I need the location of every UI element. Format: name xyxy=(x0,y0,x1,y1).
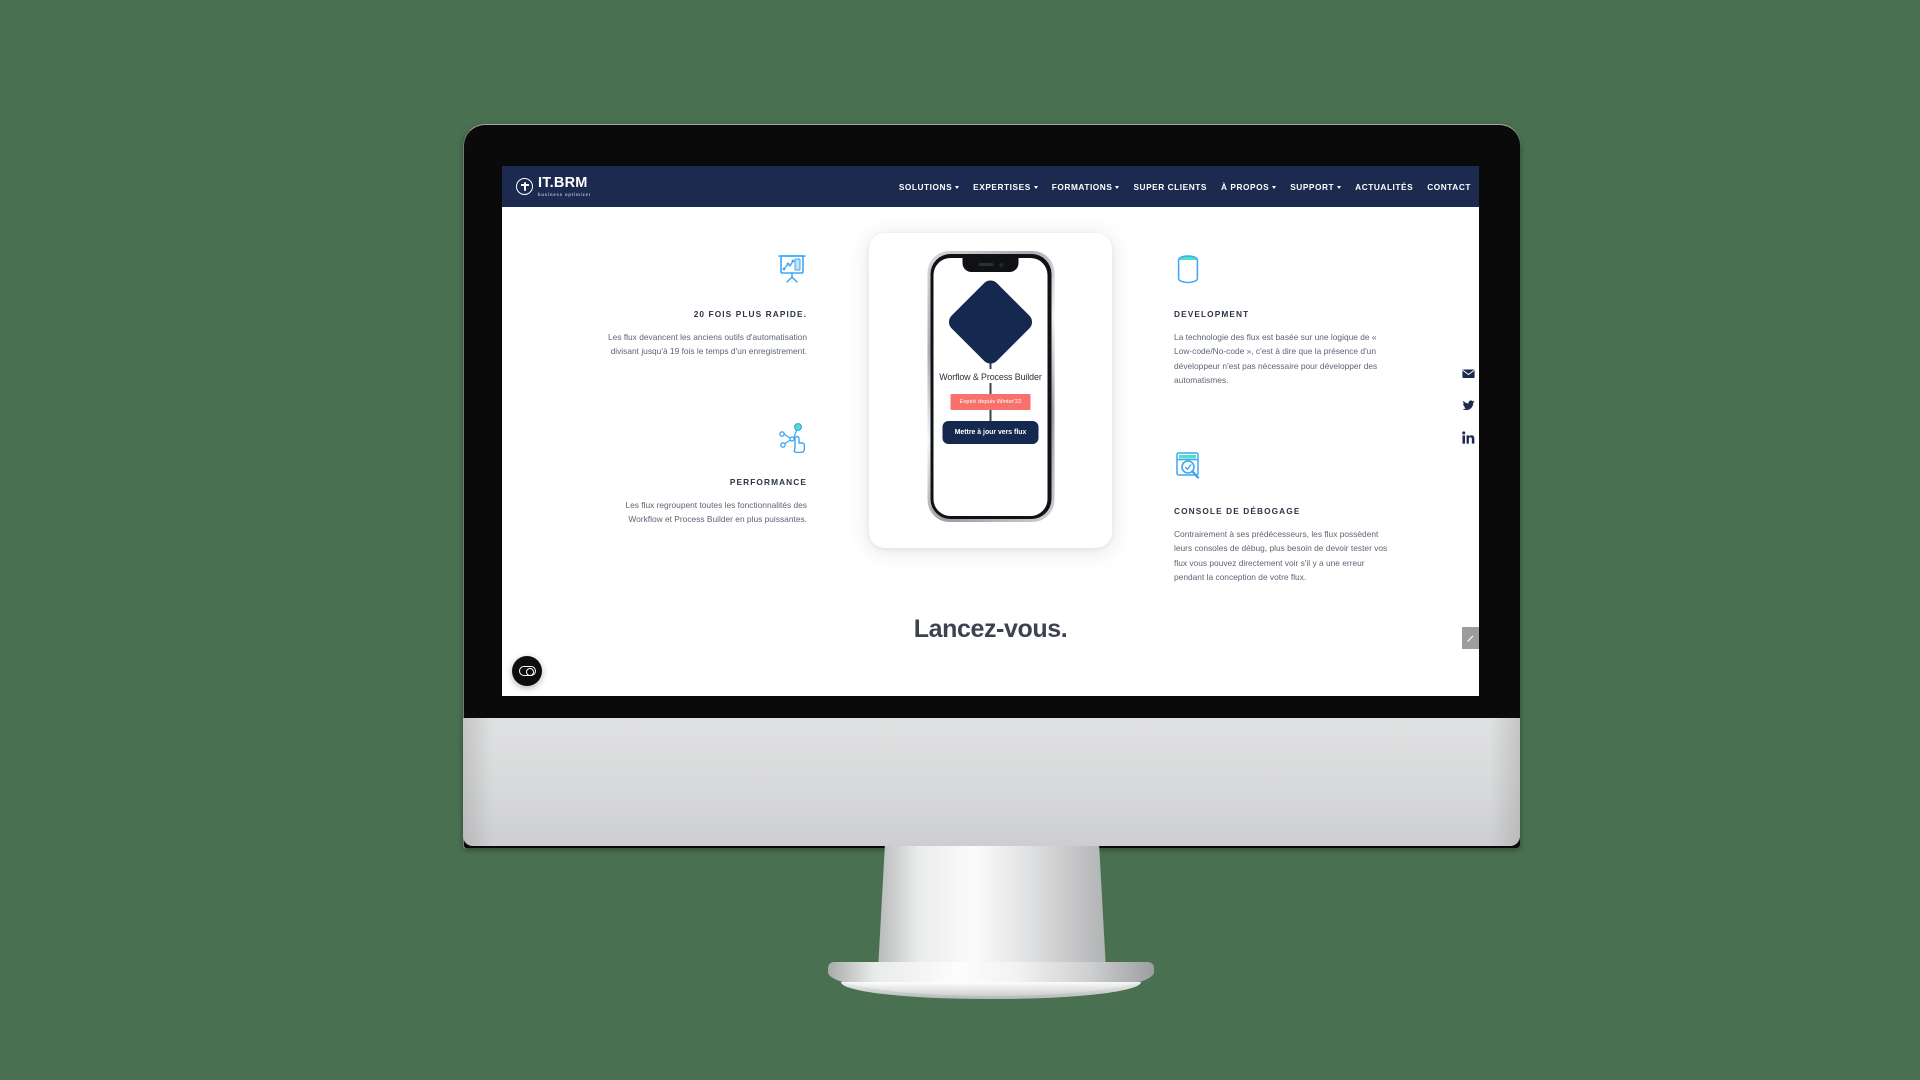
expired-status-badge: Expiré depuis Winter'22 xyxy=(950,393,1031,410)
presentation-chart-icon xyxy=(592,253,807,287)
nav-item-a-propos[interactable]: À PROPOS xyxy=(1220,181,1277,192)
social-links-rail xyxy=(1462,367,1475,444)
page-headline: Lancez-vous. xyxy=(913,615,1068,643)
chevron-down-icon xyxy=(1033,185,1038,189)
nav-label: SUPER CLIENTS xyxy=(1133,181,1207,192)
database-icon xyxy=(1174,253,1389,287)
feature-title: CONSOLE DE DÉBOGAGE xyxy=(1174,505,1301,516)
phone-screen: Worflow & Process Builder Expiré depuis … xyxy=(933,257,1048,516)
phone-frame: Worflow & Process Builder Expiré depuis … xyxy=(927,251,1054,522)
flow-diagram: Worflow & Process Builder Expiré depuis … xyxy=(934,276,1048,444)
cookie-toggle-icon xyxy=(518,666,536,676)
feature-body: La technologie des flux est basée sur un… xyxy=(1174,332,1378,386)
update-to-flux-button[interactable]: Mettre à jour vers flux xyxy=(942,420,1039,444)
monitor-screen: IT.BRM business optimizer SOLUTIONS EXPE… xyxy=(502,166,1479,696)
logo-tagline: business optimizer xyxy=(538,191,592,197)
nav-label: FORMATIONS xyxy=(1051,181,1113,192)
nav-item-formations[interactable]: FORMATIONS xyxy=(1052,182,1120,192)
primary-navigation: SOLUTIONS EXPERTISES FORMATIONS SUPER CL… xyxy=(899,182,1471,192)
monitor-stand-foot xyxy=(828,962,1154,1000)
earpiece-speaker-icon xyxy=(978,263,993,266)
feature-body: Les flux regroupent toutes les fonctionn… xyxy=(625,499,807,525)
email-icon[interactable] xyxy=(1462,367,1475,380)
flow-connector-line xyxy=(989,409,992,421)
nav-label: ACTUALITÉS xyxy=(1355,181,1414,192)
monitor-stand-neck xyxy=(878,846,1106,970)
nav-item-super-clients[interactable]: SUPER CLIENTS xyxy=(1133,182,1207,192)
nav-label: SUPPORT xyxy=(1290,181,1335,192)
flow-connector-line xyxy=(989,382,992,394)
nav-label: SOLUTIONS xyxy=(898,181,953,192)
feature-block-console-debogage: CONSOLE DE DÉBOGAGE Contrairement à ses … xyxy=(1174,450,1389,585)
phone-body: Worflow & Process Builder Expiré depuis … xyxy=(930,254,1051,519)
nav-item-solutions[interactable]: SOLUTIONS xyxy=(898,181,960,192)
feature-block-performance: PERFORMANCE Les flux regroupent toutes l… xyxy=(592,421,807,527)
nav-item-expertises[interactable]: EXPERTISES xyxy=(973,182,1038,192)
chevron-down-icon xyxy=(1272,185,1277,189)
nav-item-support[interactable]: SUPPORT xyxy=(1290,181,1342,192)
phone-mockup-card: Worflow & Process Builder Expiré depuis … xyxy=(869,233,1112,548)
feature-title: PERFORMANCE xyxy=(729,476,807,487)
features-right-column: DEVELOPMENT La technologie des flux est … xyxy=(1174,253,1389,647)
flow-decision-diamond xyxy=(945,276,1036,367)
feature-block-rapide: 20 FOIS PLUS RAPIDE. Les flux devancent … xyxy=(592,253,807,359)
cookie-consent-toggle[interactable] xyxy=(512,656,542,686)
feature-body: Les flux devancent les anciens outils d'… xyxy=(608,332,807,357)
network-click-icon xyxy=(592,421,807,455)
feature-body: Contrairement à ses prédécesseurs, les f… xyxy=(1174,528,1388,583)
twitter-icon[interactable] xyxy=(1462,399,1475,412)
itbrm-logo-icon xyxy=(516,178,533,195)
feature-block-development: DEVELOPMENT La technologie des flux est … xyxy=(1174,253,1389,388)
scroll-to-top-button[interactable] xyxy=(1462,627,1479,649)
nav-label: À PROPOS xyxy=(1220,181,1270,192)
nav-label: EXPERTISES xyxy=(973,181,1031,192)
imac-monitor-mockup: IT.BRM business optimizer SOLUTIONS EXPE… xyxy=(0,0,1920,1080)
linkedin-icon[interactable] xyxy=(1462,431,1475,444)
chevron-down-icon xyxy=(1115,185,1120,189)
feature-title: 20 FOIS PLUS RAPIDE. xyxy=(693,309,807,319)
site-navbar: IT.BRM business optimizer SOLUTIONS EXPE… xyxy=(502,166,1479,207)
debug-console-icon xyxy=(1174,450,1389,484)
flow-node-label: Worflow & Process Builder xyxy=(939,371,1042,382)
feature-title: DEVELOPMENT xyxy=(1174,309,1250,319)
logo-name: IT.BRM xyxy=(538,175,588,192)
nav-label: CONTACT xyxy=(1427,181,1471,192)
website-page: IT.BRM business optimizer SOLUTIONS EXPE… xyxy=(502,166,1479,696)
arrow-up-icon xyxy=(1467,635,1474,642)
phone-notch xyxy=(962,257,1019,272)
features-left-column: 20 FOIS PLUS RAPIDE. Les flux devancent … xyxy=(592,253,807,589)
chevron-down-icon xyxy=(955,185,960,189)
site-logo[interactable]: IT.BRM business optimizer xyxy=(516,176,591,197)
chevron-down-icon xyxy=(1337,185,1342,189)
page-content: 20 FOIS PLUS RAPIDE. Les flux devancent … xyxy=(502,207,1479,696)
nav-item-actualites[interactable]: ACTUALITÉS xyxy=(1355,182,1413,192)
nav-item-contact[interactable]: CONTACT xyxy=(1427,182,1471,192)
monitor-base-shading xyxy=(463,718,1520,846)
front-camera-icon xyxy=(999,262,1003,267)
